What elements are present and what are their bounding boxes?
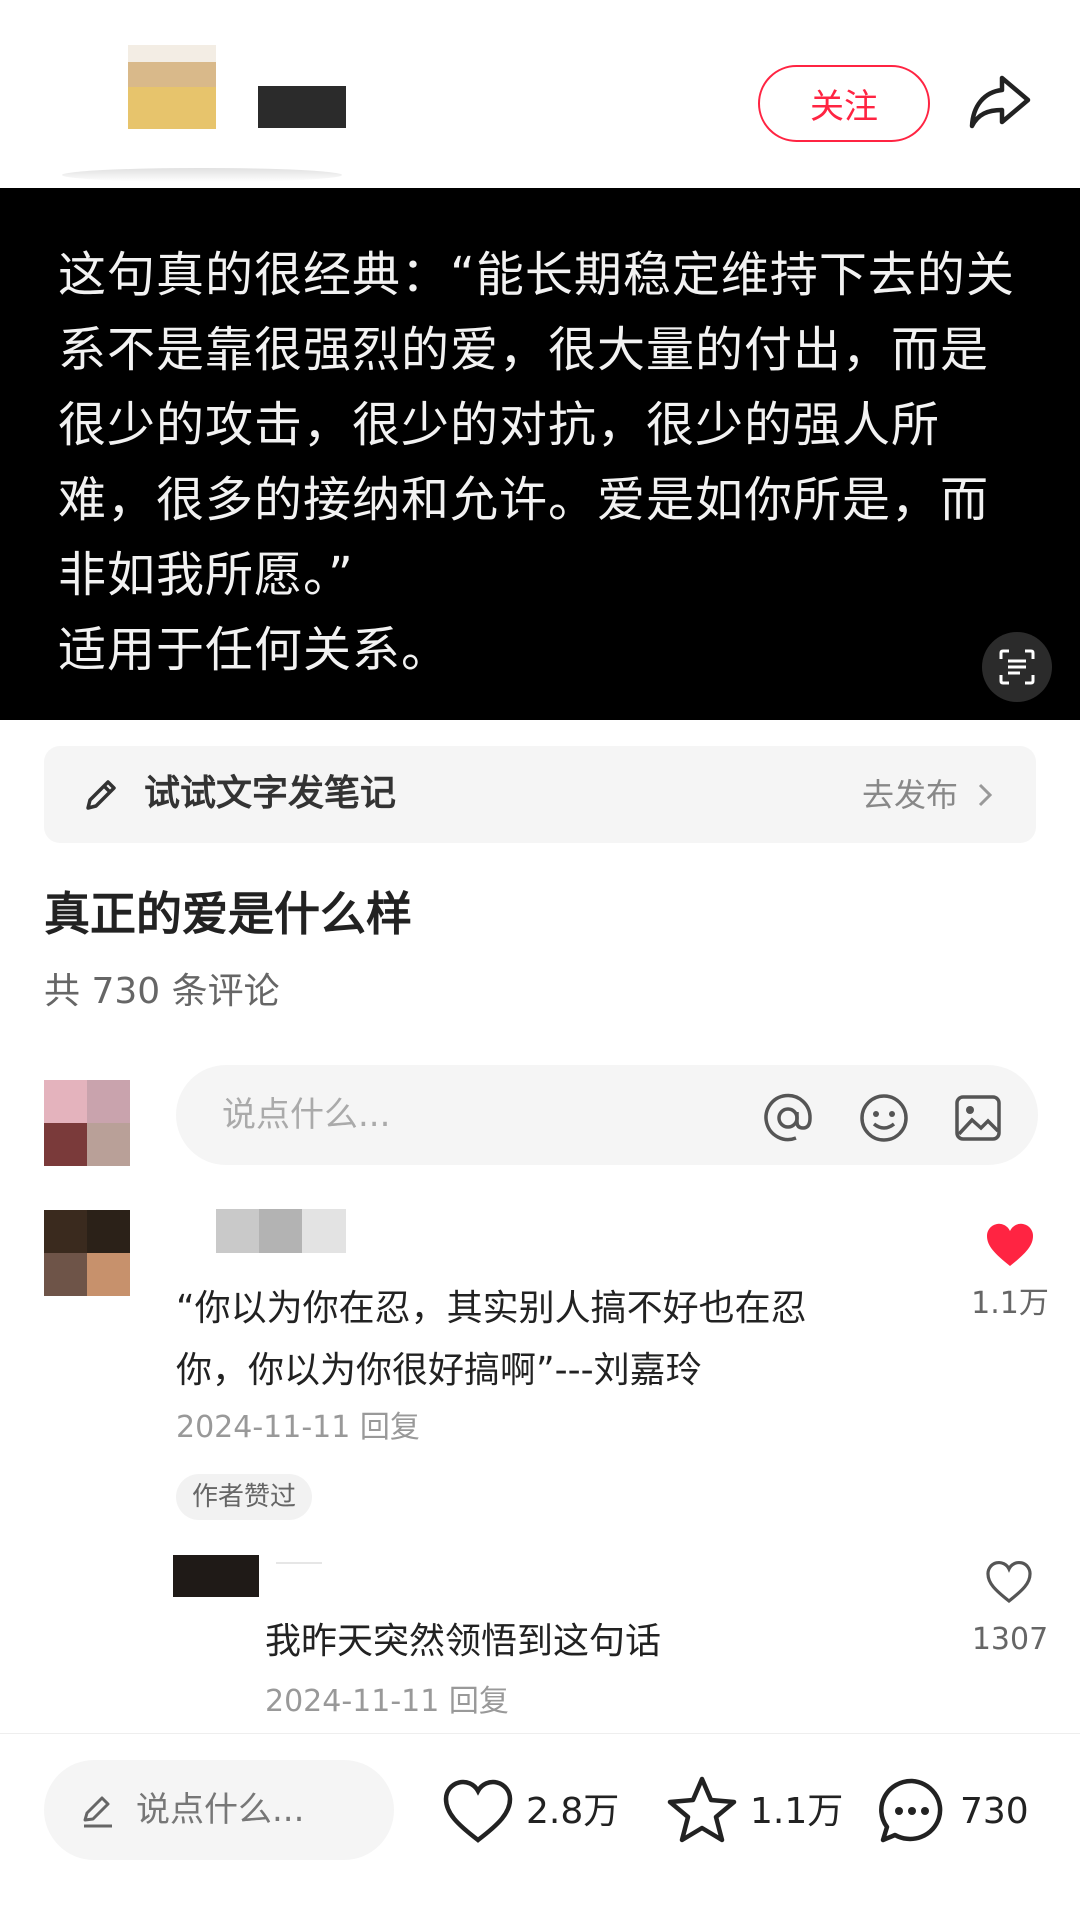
author-liked-badge: 作者赞过 <box>176 1474 313 1520</box>
try-text-note-label: 试试文字发笔记 <box>144 773 397 814</box>
post-title: 真正的爱是什么样 <box>44 887 412 941</box>
like-count: 2.8万 <box>526 1791 620 1832</box>
mention-icon[interactable] <box>760 1090 816 1146</box>
like-icon[interactable] <box>442 1778 514 1844</box>
my-avatar <box>44 1080 130 1166</box>
star-icon[interactable] <box>666 1775 738 1845</box>
comment-input-placeholder: 说点什么... <box>222 1095 391 1135</box>
reply-meta: 2024-11-11 回复 <box>265 1682 509 1722</box>
reply-username-redacted[interactable] <box>276 1562 322 1564</box>
go-publish-link[interactable]: 去发布 <box>862 775 958 815</box>
comment-reply-button[interactable]: 回复 <box>360 1410 420 1445</box>
comment-bubble-icon[interactable] <box>877 1776 947 1846</box>
reply-text: 我昨天突然领悟到这句话 <box>265 1621 662 1662</box>
author-shadow <box>62 168 342 182</box>
reply-like-count: 1307 <box>971 1622 1049 1657</box>
pencil-icon <box>80 1793 116 1829</box>
author-name-redacted[interactable] <box>258 86 346 128</box>
pencil-icon <box>82 776 120 814</box>
reply-reply-button[interactable]: 回复 <box>449 1684 509 1719</box>
share-icon[interactable] <box>968 72 1032 132</box>
post-quote-text: 这句真的很经典：“能长期稳定维持下去的关 系不是靠很强烈的爱，很大量的付出，而是… <box>58 247 1015 678</box>
favorite-count: 1.1万 <box>750 1791 844 1832</box>
comment-avatar[interactable] <box>44 1210 130 1296</box>
heart-filled-icon[interactable] <box>985 1222 1035 1268</box>
comment-total-count: 730 <box>960 1791 1029 1832</box>
emoji-icon[interactable] <box>856 1090 912 1146</box>
image-icon[interactable] <box>950 1090 1006 1146</box>
comment-username-redacted[interactable] <box>216 1209 346 1253</box>
comment-meta: 2024-11-11 回复 <box>176 1408 420 1448</box>
text-scan-icon[interactable] <box>982 632 1052 702</box>
comment-text: “你以为你在忍，其实别人搞不好也在忍 你，你以为你很好搞啊”---刘嘉玲 <box>176 1288 807 1391</box>
comment-like-count: 1.1万 <box>971 1286 1049 1321</box>
comment-count: 共 730 条评论 <box>44 971 280 1012</box>
heart-outline-icon[interactable] <box>985 1560 1033 1604</box>
comment-date: 2024-11-11 <box>176 1410 351 1445</box>
follow-button[interactable]: 关注 <box>758 65 930 142</box>
reply-date: 2024-11-11 <box>265 1684 440 1719</box>
reply-avatar[interactable] <box>173 1555 259 1597</box>
bottom-input-placeholder: 说点什么... <box>136 1790 305 1830</box>
chevron-right-icon <box>976 782 994 808</box>
author-avatar[interactable] <box>128 45 216 129</box>
